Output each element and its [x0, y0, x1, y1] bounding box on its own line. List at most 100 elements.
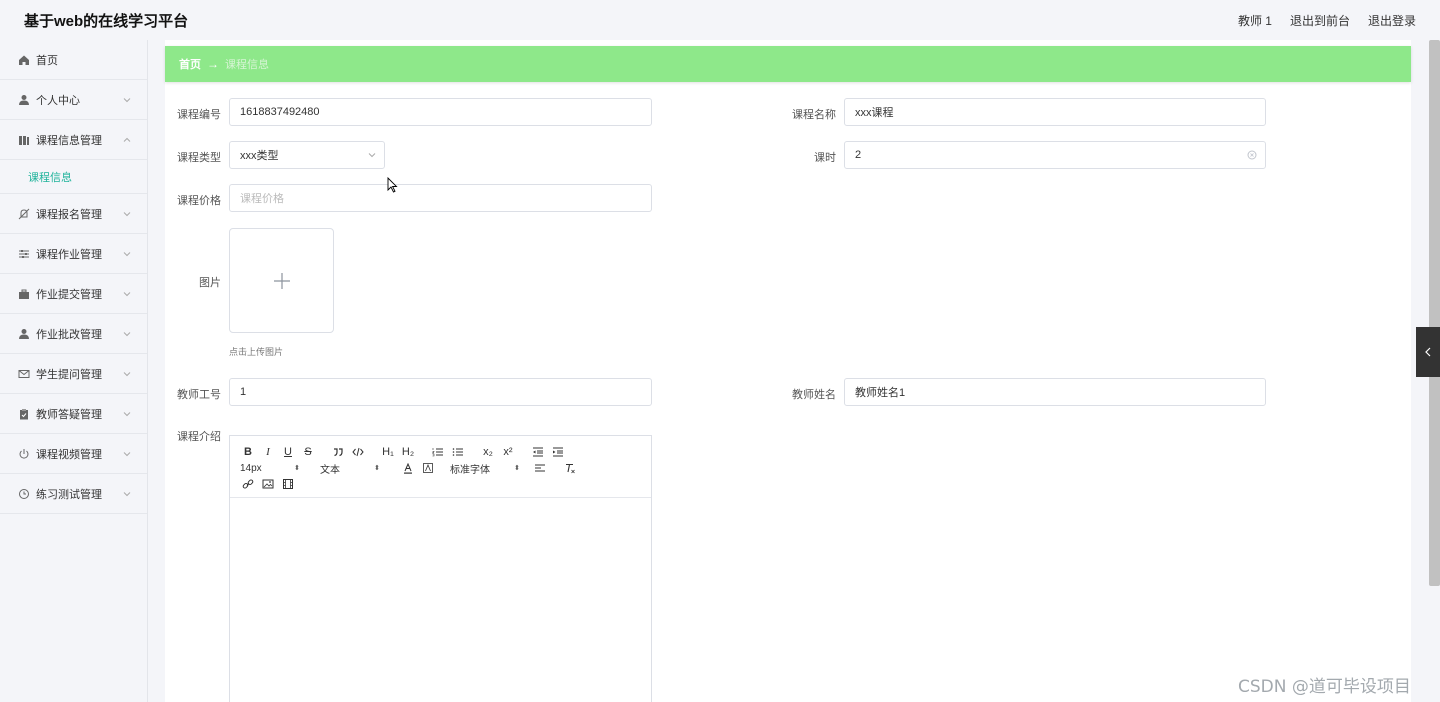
- blockquote-button[interactable]: [330, 444, 346, 460]
- clear-icon[interactable]: [1247, 150, 1257, 160]
- intro-label: 课程介绍: [177, 431, 221, 443]
- current-user: 教师 1: [1237, 13, 1272, 28]
- sidebar-item-homework-submit[interactable]: 作业提交管理: [0, 274, 147, 314]
- sidebar-item-label: 个人中心: [36, 94, 80, 107]
- sidebar: 首页 个人中心 课程信息管理 课程信息 课程报名管理 课程作业管理 作业提交管理…: [0, 40, 148, 702]
- breadcrumb-current: 课程信息: [225, 59, 269, 71]
- link-button[interactable]: [240, 476, 256, 492]
- strike-button[interactable]: S: [300, 444, 316, 460]
- subscript-button[interactable]: x₂: [480, 444, 496, 460]
- csdn-watermark: CSDN @道可毕设项目: [1238, 677, 1411, 697]
- brand-title: 基于web的在线学习平台: [24, 12, 189, 30]
- sidebar-item-label: 课程作业管理: [36, 248, 102, 261]
- background-color-icon: [423, 463, 433, 473]
- sidebar-item-course-homework[interactable]: 课程作业管理: [0, 234, 147, 274]
- select-caret-icon: ⬍: [514, 465, 520, 472]
- indent-icon: [553, 447, 563, 457]
- sidebar-item-homework-grading[interactable]: 作业批改管理: [0, 314, 147, 354]
- sidebar-item-course-enroll[interactable]: 课程报名管理: [0, 194, 147, 234]
- price-label: 课程价格: [177, 195, 221, 207]
- hours-input[interactable]: 2: [844, 141, 1266, 169]
- chevron-down-icon: [123, 451, 131, 456]
- sidebar-item-label: 课程信息管理: [36, 134, 102, 147]
- chevron-down-icon: [368, 153, 376, 158]
- outdent-button[interactable]: [530, 444, 546, 460]
- chevron-up-icon: [123, 137, 131, 142]
- sidebar-item-personal-center[interactable]: 个人中心: [0, 80, 147, 120]
- sidebar-item-label: 首页: [36, 54, 58, 67]
- home-icon: [18, 54, 30, 66]
- header1-button[interactable]: H₁: [380, 444, 396, 460]
- image-button[interactable]: [260, 476, 276, 492]
- link-icon: [242, 479, 254, 489]
- image-upload-button[interactable]: [229, 228, 334, 333]
- bullet-list-button[interactable]: [450, 444, 466, 460]
- chevron-down-icon: [123, 97, 131, 102]
- logout-link[interactable]: 退出登录: [1368, 12, 1416, 29]
- course-name-label: 课程名称: [792, 109, 836, 121]
- background-color-button[interactable]: [420, 460, 436, 476]
- align-button[interactable]: [532, 460, 548, 476]
- sidebar-item-label: 课程报名管理: [36, 208, 102, 221]
- teacher-name-label: 教师姓名: [792, 389, 836, 401]
- sidebar-item-course-video[interactable]: 课程视频管理: [0, 434, 147, 474]
- editor-content-area[interactable]: [230, 498, 651, 702]
- ordered-list-button[interactable]: [430, 444, 446, 460]
- text-style-value: 文本: [320, 464, 340, 476]
- teacher-name-input[interactable]: 教师姓名1: [844, 378, 1266, 406]
- bold-button[interactable]: B: [240, 444, 256, 460]
- side-panel-toggle[interactable]: [1416, 327, 1440, 377]
- course-name-input[interactable]: xxx课程: [844, 98, 1266, 126]
- breadcrumb-arrow: →: [207, 57, 219, 71]
- font-family-select[interactable]: 标准字体 ⬍: [450, 461, 522, 476]
- sidebar-item-student-questions[interactable]: 学生提问管理: [0, 354, 147, 394]
- clear-format-button[interactable]: [562, 460, 578, 476]
- chevron-down-icon: [123, 411, 131, 416]
- header2-button[interactable]: H₂: [400, 444, 416, 460]
- teacher-no-input[interactable]: 1: [229, 378, 652, 406]
- mouse-cursor-icon: [387, 177, 398, 193]
- italic-button[interactable]: I: [260, 444, 276, 460]
- sidebar-item-course-info[interactable]: 课程信息管理: [0, 120, 147, 160]
- mail-icon: [18, 368, 30, 380]
- ordered-list-icon: [432, 448, 443, 457]
- course-no-input[interactable]: 1618837492480: [229, 98, 652, 126]
- sidebar-item-teacher-answers[interactable]: 教师答疑管理: [0, 394, 147, 434]
- power-icon: [18, 448, 30, 460]
- sidebar-item-label: 课程视频管理: [36, 448, 102, 461]
- hours-label: 课时: [814, 152, 836, 164]
- clipboard-icon: [18, 408, 30, 420]
- text-style-select[interactable]: 文本 ⬍: [320, 461, 380, 476]
- breadcrumb-home-link[interactable]: 首页: [179, 56, 201, 72]
- sidebar-item-label: 教师答疑管理: [36, 408, 102, 421]
- video-icon: [283, 479, 293, 489]
- back-to-front-link[interactable]: 退出到前台: [1290, 12, 1350, 29]
- font-size-select[interactable]: 14px ⬍: [240, 463, 310, 474]
- code-block-button[interactable]: [350, 444, 366, 460]
- sidebar-subitem-course-info[interactable]: 课程信息: [0, 160, 147, 194]
- breadcrumb: 首页 → 课程信息: [165, 46, 1411, 82]
- select-caret-icon: ⬍: [374, 465, 380, 472]
- price-input[interactable]: 课程价格: [229, 184, 652, 212]
- font-color-button[interactable]: [400, 460, 416, 476]
- header-actions: 教师 1 退出到前台 退出登录: [1238, 12, 1416, 29]
- editor-toolbar: B I U S H₁ H₂ x₂ x² 14px ⬍ 文本 ⬍ 标准字体 ⬍: [230, 436, 651, 498]
- sidebar-item-practice-test[interactable]: 练习测试管理: [0, 474, 147, 514]
- code-icon: [352, 447, 364, 457]
- sidebar-item-home[interactable]: 首页: [0, 40, 147, 80]
- course-no-label: 课程编号: [177, 109, 221, 121]
- briefcase-icon: [18, 288, 30, 300]
- superscript-button[interactable]: x²: [500, 444, 516, 460]
- main-content: 首页 → 课程信息 课程编号 1618837492480 课程名称 xxx课程 …: [165, 40, 1411, 702]
- video-button[interactable]: [280, 476, 296, 492]
- chevron-down-icon: [123, 211, 131, 216]
- chevron-down-icon: [123, 491, 131, 496]
- course-type-value: xxx类型: [240, 150, 279, 162]
- bell-off-icon: [18, 208, 30, 220]
- course-type-select[interactable]: xxx类型: [229, 141, 385, 169]
- underline-button[interactable]: U: [280, 444, 296, 460]
- page-scrollbar[interactable]: [1429, 40, 1440, 586]
- indent-button[interactable]: [550, 444, 566, 460]
- chevron-down-icon: [123, 371, 131, 376]
- upload-tip: 点击上传图片: [229, 347, 284, 357]
